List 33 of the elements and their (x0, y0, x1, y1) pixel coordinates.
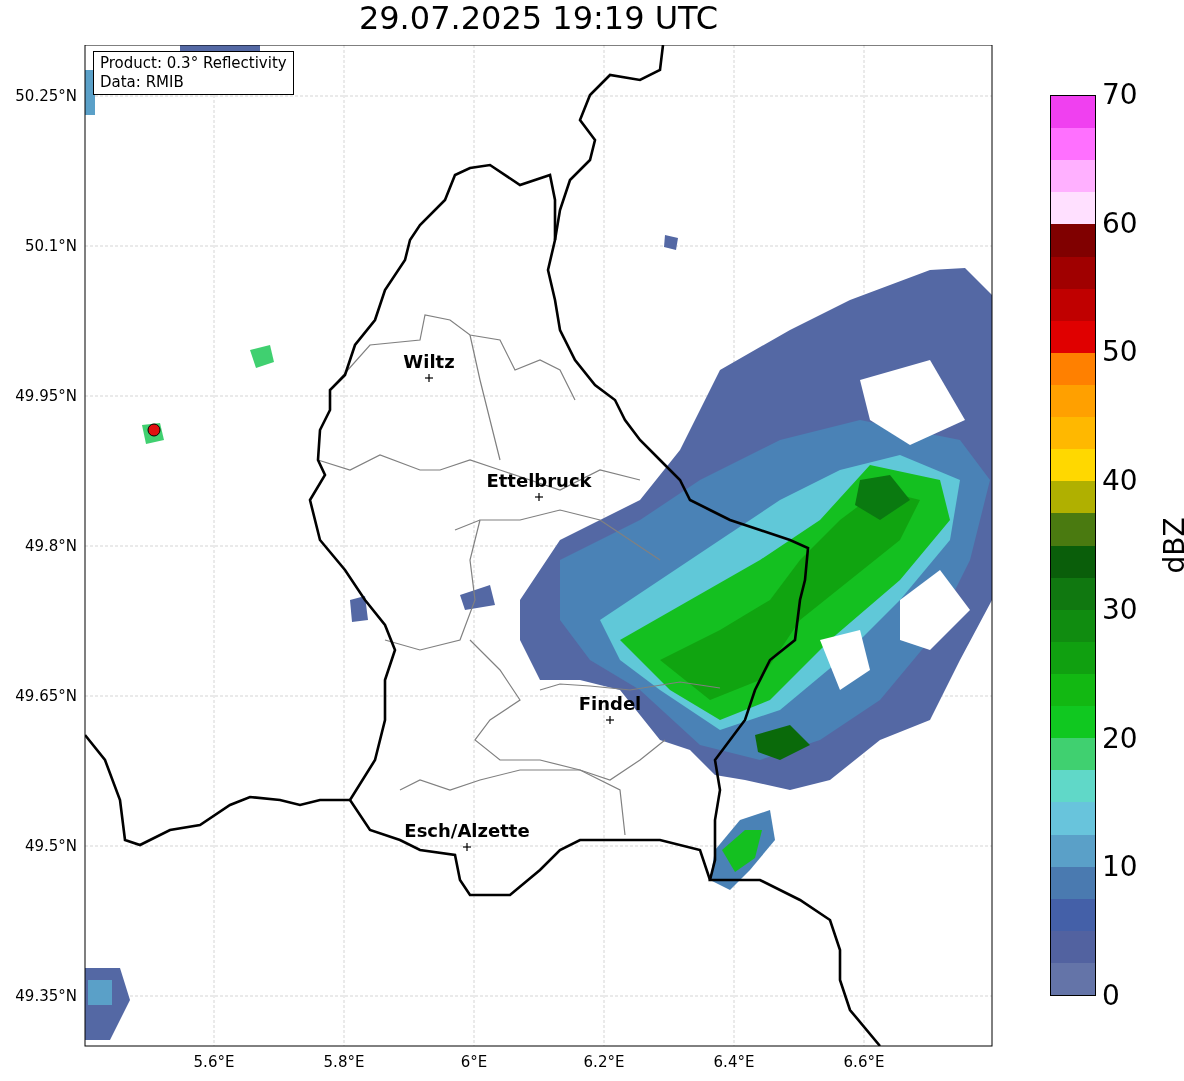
latitude-tick-label: 49.65°N (15, 687, 77, 705)
latitude-tick-label: 50.1°N (24, 237, 77, 255)
info-text: Product: 0.3° Reflectivity (100, 54, 287, 73)
city-label: Wiltz (403, 351, 455, 372)
radar-site-marker (147, 423, 161, 437)
latitude-tick-label: 49.5°N (24, 837, 77, 855)
colorbar-tick-label: 0 (1102, 978, 1121, 1013)
latitude-tick-label: 49.8°N (24, 537, 77, 555)
longitude-tick-label: 6.2°E (583, 1053, 625, 1071)
longitude-tick-label: 6.6°E (843, 1053, 885, 1071)
colorbar-tick-label: 60 (1102, 206, 1138, 241)
city-marker (605, 715, 615, 725)
info-text: Data: RMIB (100, 73, 185, 92)
longitude-tick-label: 6°E (460, 1053, 488, 1071)
chart-title: 29.07.2025 19:19 UTC (357, 0, 720, 39)
colorbar-tick-label: 20 (1102, 721, 1138, 756)
colorbar-tick-label: 30 (1102, 592, 1138, 627)
city-marker (534, 492, 544, 502)
longitude-tick-label: 6.4°E (713, 1053, 755, 1071)
city-marker (462, 842, 472, 852)
colorbar-tick-label: 10 (1102, 850, 1138, 885)
longitude-tick-label: 5.8°E (323, 1053, 365, 1071)
latitude-tick-label: 49.95°N (15, 387, 77, 405)
colorbar-tick-label: 50 (1102, 335, 1138, 370)
colorbar-tick-label: 70 (1102, 78, 1138, 112)
longitude-tick-label: 5.6°E (193, 1053, 235, 1071)
colorbar-tick-label: 40 (1102, 464, 1138, 499)
city-label: Ettelbruck (486, 470, 592, 491)
city-label: Esch/Alzette (404, 820, 530, 841)
latitude-tick-label: 49.35°N (15, 987, 77, 1005)
city-marker (424, 373, 434, 383)
colorbar-label: dBZ (1157, 517, 1184, 574)
latitude-tick-label: 50.25°N (15, 87, 77, 105)
